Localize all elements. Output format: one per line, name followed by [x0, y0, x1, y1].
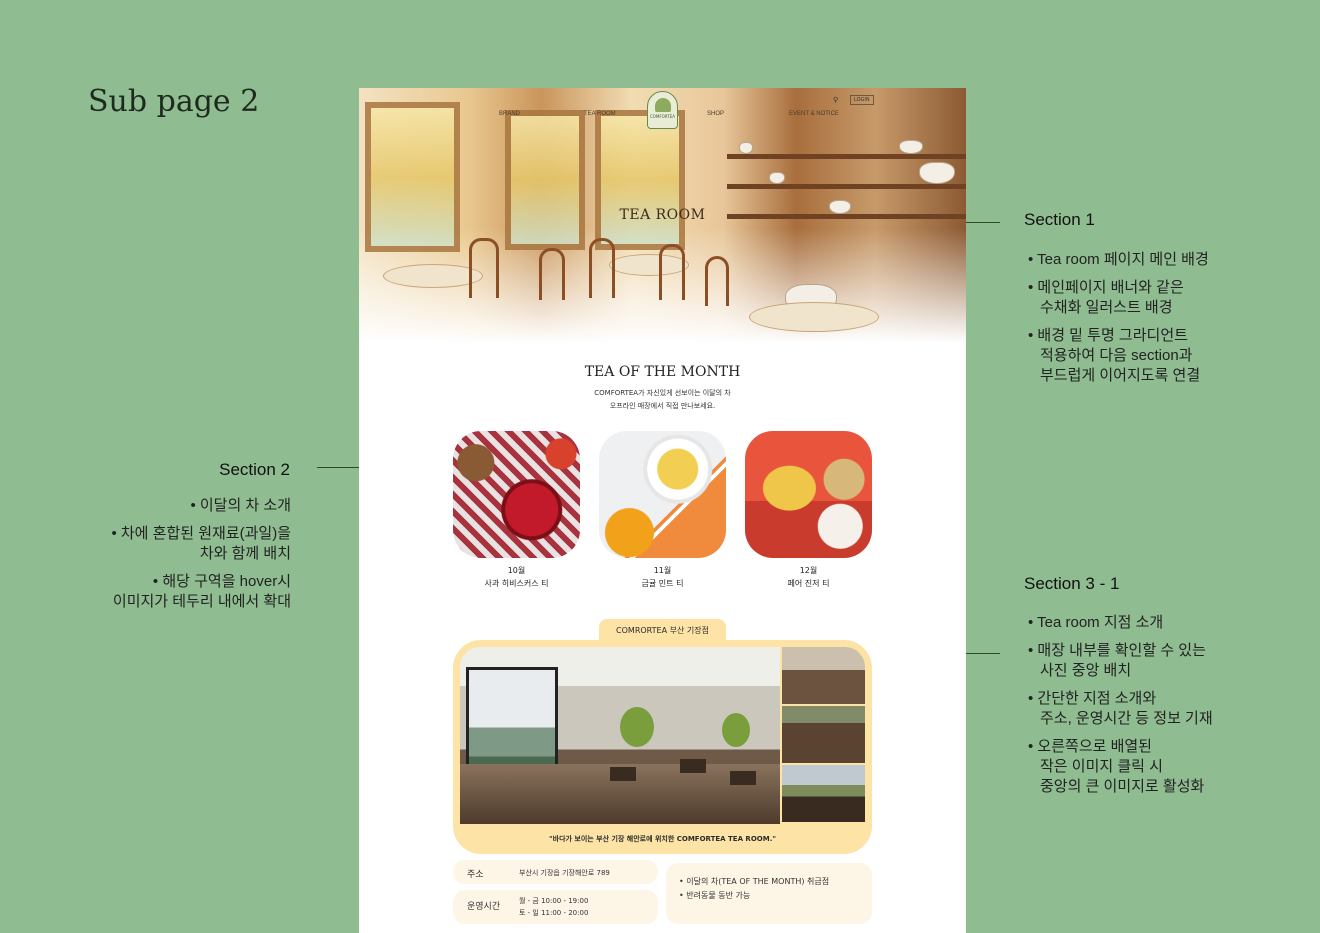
hours-weekend: 토 - 일 11:00 - 20:00 — [519, 909, 589, 917]
section2-note: • 해당 구역을 hover시 이미지가 테두리 내에서 확대 — [112, 573, 291, 610]
tea-name: 금귤 민트 티 — [641, 579, 684, 588]
hero-illustration-window — [505, 110, 585, 250]
hero-title: TEA ROOM — [619, 207, 706, 223]
tea-image-apple-hibiscus[interactable] — [453, 431, 580, 558]
hero-illustration-chair — [659, 244, 685, 300]
nav-shop[interactable]: SHOP — [707, 111, 724, 117]
hours-label: 운영시간 — [467, 902, 501, 912]
section3-note: • 오른쪽으로 배열된 작은 이미지 클릭 시 중앙의 큰 이미지로 활성화 — [1028, 738, 1205, 795]
tea-month: 10월 — [507, 566, 526, 575]
tea-of-month-desc: COMFORTEA가 자신있게 선보이는 이달의 차 오프라인 매장에서 직접 … — [359, 387, 966, 413]
tea-of-month-title: TEA OF THE MONTH — [584, 364, 741, 380]
comfortea-logo[interactable]: COMFORTEA — [647, 91, 678, 129]
section3-note: • 간단한 지점 소개와 주소, 운영시간 등 정보 기재 — [1028, 690, 1213, 727]
section1-title: Section 1 — [1024, 210, 1095, 229]
tea-month: 12월 — [799, 566, 818, 575]
photo-tree — [620, 707, 654, 747]
nav-event-notice[interactable]: EVENT & NOTICE — [789, 111, 839, 117]
hero-illustration-table — [749, 302, 879, 332]
branch-thumbnail[interactable] — [782, 765, 865, 822]
section2-title: Section 2 — [219, 460, 290, 479]
section3-note: • 매장 내부를 확인할 수 있는 사진 중앙 배치 — [1028, 642, 1206, 679]
section1-notes: • Tea room 페이지 메인 배경 • 메인페이지 배너와 같은 수채화 … — [1028, 250, 1288, 394]
hero-illustration-chair — [469, 238, 499, 298]
section1-note: • Tea room 페이지 메인 배경 — [1028, 251, 1209, 268]
tea-label-october: 10월 사과 히비스커스 티 — [453, 564, 580, 590]
hero-illustration-table — [383, 264, 483, 288]
section3-notes: • Tea room 지점 소개 • 매장 내부를 확인할 수 있는 사진 중앙… — [1028, 613, 1298, 805]
branch-main-photo — [460, 647, 780, 824]
photo-table — [610, 767, 636, 781]
tea-image-kumquat-mint[interactable] — [599, 431, 726, 558]
tea-name: 사과 히비스커스 티 — [484, 579, 549, 588]
hero-illustration-chair — [539, 248, 565, 300]
tea-of-month-desc-line: COMFORTEA가 자신있게 선보이는 이달의 차 — [594, 389, 731, 397]
nav-brand[interactable]: BRAND — [499, 111, 520, 117]
logo-house-icon — [654, 98, 671, 112]
branch-notes: • 이달의 차(TEA OF THE MONTH) 취급점 • 반려동물 동반 … — [679, 875, 829, 903]
hours-values: 월 - 금 10:00 - 19:00 토 - 일 11:00 - 20:00 — [519, 895, 588, 919]
hero-illustration-cup — [899, 140, 923, 154]
section3-title: Section 3 - 1 — [1024, 574, 1120, 593]
nav-tea-room[interactable]: TEA ROOM — [584, 111, 616, 117]
section2-notes: • 이달의 차 소개 • 차에 혼합된 원재료(과일)을 차와 함께 배치 • … — [40, 496, 291, 620]
tea-of-month-desc-line: 오프라인 매장에서 직접 만나보세요. — [609, 402, 716, 410]
hero-illustration-teapot — [919, 162, 955, 184]
tea-month: 11월 — [653, 566, 672, 575]
address-value: 부산시 기장읍 기장해안로 789 — [519, 869, 610, 877]
tea-image-pear-ginger[interactable] — [745, 431, 872, 558]
branch-thumbnail[interactable] — [782, 647, 865, 704]
tea-label-december: 12월 페어 진저 티 — [745, 564, 872, 590]
hero-illustration-chair — [705, 256, 729, 306]
hero-illustration-window — [595, 110, 685, 250]
tea-name: 페어 진저 티 — [787, 579, 830, 588]
tea-label-november: 11월 금귤 민트 티 — [599, 564, 726, 590]
photo-table — [730, 771, 756, 785]
hero-illustration-chair — [589, 238, 615, 298]
section2-note: • 이달의 차 소개 — [190, 497, 291, 514]
section2-note: • 차에 혼합된 원재료(과일)을 차와 함께 배치 — [111, 525, 291, 562]
search-icon[interactable]: ⚲ — [833, 96, 838, 104]
logo-text: COMFORTEA — [649, 114, 676, 119]
hero-illustration-cup — [769, 172, 785, 184]
login-button[interactable]: LOGIN — [850, 95, 874, 105]
hero-illustration-window — [365, 102, 460, 252]
hero-illustration-shelf — [727, 184, 966, 189]
subpage-mockup: BRAND TEA ROOM COMFORTEA SHOP EVENT & NO… — [359, 88, 966, 933]
hero-illustration-cup — [739, 142, 753, 154]
branch-thumbnail[interactable] — [782, 706, 865, 763]
branch-note: • 이달의 차(TEA OF THE MONTH) 취급점 — [679, 877, 830, 886]
section3-note: • Tea room 지점 소개 — [1028, 614, 1164, 631]
address-label: 주소 — [467, 870, 484, 880]
branch-note: • 반려동물 동반 가능 — [679, 891, 751, 900]
photo-table — [680, 759, 706, 773]
branch-caption: "바다가 보이는 부산 기장 해안로에 위치한 COMFORTEA TEA RO… — [549, 835, 776, 843]
hours-weekday: 월 - 금 10:00 - 19:00 — [519, 897, 589, 905]
section1-note: • 메인페이지 배너와 같은 수채화 일러스트 배경 — [1028, 279, 1184, 316]
page-label: Sub page 2 — [88, 84, 260, 119]
section1-note: • 배경 밑 투명 그라디언트 적용하여 다음 section과 부드럽게 이어… — [1028, 327, 1201, 384]
hero-illustration-shelf — [727, 154, 966, 159]
branch-tab[interactable]: COMRORTEA 부산 기장점 — [599, 619, 726, 643]
photo-tree — [722, 713, 750, 747]
